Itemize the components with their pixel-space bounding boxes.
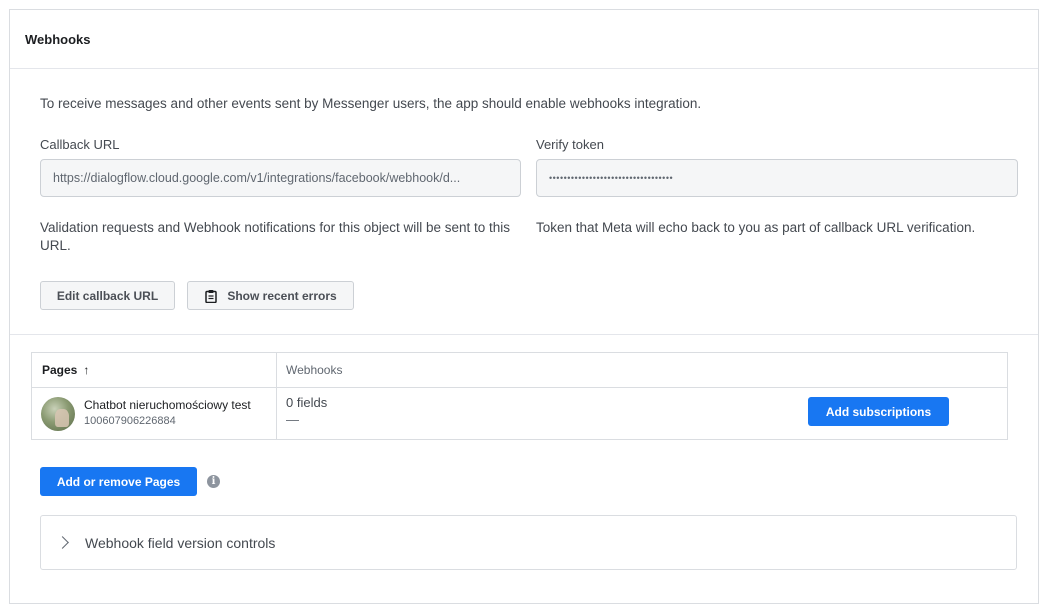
page-cell: Chatbot nieruchomościowy test 1006079062… [32,388,277,439]
table-row: Chatbot nieruchomościowy test 1006079062… [32,388,1007,439]
show-recent-errors-label: Show recent errors [227,288,337,303]
fields-count: 0 fields [286,395,328,410]
webhooks-column-header: Webhooks [277,353,342,387]
accordion-label: Webhook field version controls [85,534,276,551]
intro-text: To receive messages and other events sen… [40,96,702,111]
table-header-row: Pages ↑ Webhooks [32,353,1007,388]
panel-title: Webhooks [25,31,91,47]
info-icon[interactable]: i [207,475,220,488]
show-recent-errors-button[interactable]: Show recent errors [187,281,354,310]
webhooks-cell: 0 fields — Add subscriptions [277,388,1007,439]
webhook-settings-section: To receive messages and other events sen… [10,69,1038,335]
webhooks-header-label: Webhooks [286,363,343,377]
edit-callback-url-label: Edit callback URL [56,288,159,303]
page-name: Chatbot nieruchomościowy test [84,398,251,412]
page-avatar [41,397,75,431]
verify-token-label: Verify token [536,137,604,152]
webhook-field-version-controls[interactable]: Webhook field version controls [40,515,1017,570]
fields-detail: — [286,412,299,427]
add-remove-pages-label: Add or remove Pages [56,474,181,489]
edit-callback-url-button[interactable]: Edit callback URL [40,281,175,310]
panel-header: Webhooks [10,10,1038,69]
callback-url-label: Callback URL [40,137,120,152]
chevron-right-icon [56,536,69,549]
pages-column-header[interactable]: Pages ↑ [32,353,277,387]
sort-ascending-icon: ↑ [83,363,90,377]
add-remove-pages-button[interactable]: Add or remove Pages [40,467,197,496]
pages-header-label: Pages [42,363,78,377]
callback-url-help: Validation requests and Webhook notifica… [40,220,511,253]
add-subscriptions-label: Add subscriptions [825,404,932,419]
verify-token-field: •••••••••••••••••••••••••••••••••• [536,159,1018,197]
verify-token-help: Token that Meta will echo back to you as… [536,220,976,235]
clipboard-icon [205,289,218,303]
callback-url-field: https://dialogflow.cloud.google.com/v1/i… [40,159,521,197]
pages-table: Pages ↑ Webhooks Chatbot nieruchomościow… [31,352,1008,440]
page-id: 100607906226884 [84,415,176,427]
add-subscriptions-button[interactable]: Add subscriptions [808,397,949,426]
